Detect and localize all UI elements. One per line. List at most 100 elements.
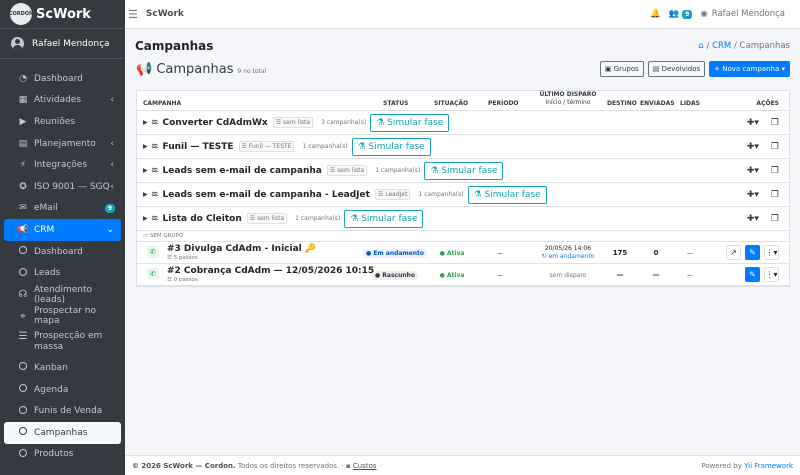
- sidebar-item-email[interactable]: ✉ eMail 9: [4, 198, 121, 220]
- bullhorn-icon: 📢: [17, 224, 29, 235]
- caret-right-icon[interactable]: ▶: [143, 119, 151, 126]
- copy-icon[interactable]: ❐: [771, 118, 779, 128]
- list-icon: ☰: [275, 119, 283, 126]
- col-ultimo-label: ÚLTIMO DISPARO: [539, 91, 597, 98]
- sidebar-sub-atendimento[interactable]: ☊ Atendimento (leads): [4, 284, 121, 306]
- col-acoes: AÇÕES: [756, 100, 779, 107]
- sidebar-sub-funis[interactable]: Funis de Venda: [4, 400, 121, 422]
- simular-fase-button[interactable]: ⚗ Simular fase: [351, 137, 431, 156]
- layers-icon: ≋: [151, 117, 159, 128]
- framework-link[interactable]: Yii Framework: [744, 462, 793, 470]
- sidebar-item-crm[interactable]: 📢 CRM ⌄: [4, 219, 121, 241]
- caret-right-icon[interactable]: ▶: [143, 143, 151, 150]
- sidebar-sub-leads[interactable]: Leads: [4, 262, 121, 284]
- breadcrumb: ⌂ / CRM / Campanhas: [698, 41, 790, 51]
- home-icon[interactable]: ⌂: [698, 41, 703, 51]
- sidebar-sub-prospectar[interactable]: ⌖ Prospectar no mapa: [4, 306, 121, 328]
- custos-link[interactable]: Custos: [353, 462, 377, 470]
- add-dropdown-icon[interactable]: ✚▾: [747, 214, 759, 224]
- topbar-user-name[interactable]: Rafael Mendonça: [712, 9, 785, 19]
- hamburger-icon[interactable]: ☰: [128, 8, 138, 21]
- funnel-row[interactable]: ▶ ≋ Converter CdAdmWx ☰ sem lista 3 camp…: [137, 111, 789, 135]
- more-dropdown-icon[interactable]: ⋮▾: [764, 267, 779, 282]
- sidebar-sub-prospeccao[interactable]: ☰ Prospecção em massa: [4, 327, 121, 357]
- sidebar-sub-campanhas[interactable]: Campanhas: [4, 421, 121, 444]
- sidebar-sub-produtos[interactable]: Produtos: [4, 444, 121, 466]
- brand[interactable]: CORDON ScWork: [0, 0, 125, 29]
- campaign-name[interactable]: #3 Divulga CdAdm - Inicial 🔑: [167, 244, 316, 254]
- user-circle-icon[interactable]: ◉: [700, 9, 707, 19]
- sidebar-item-label: ISO 9001 — SGQ: [34, 181, 110, 192]
- simular-fase-button[interactable]: ⚗ Simular fase: [344, 209, 424, 228]
- campaign-row[interactable]: ✆ #2 Cobrança CdAdm — 12/05/2026 10:15 ☰…: [137, 264, 789, 286]
- simular-fase-button[interactable]: ⚗ Simular fase: [370, 113, 450, 132]
- copy-icon[interactable]: ❐: [771, 166, 779, 176]
- copy-icon[interactable]: ❐: [771, 214, 779, 224]
- sidebar-item-reunioes[interactable]: ▶ Reuniões: [4, 111, 121, 133]
- funnel-row[interactable]: ▶ ≋ Leads sem e-mail de campanha ☰ sem l…: [137, 159, 789, 183]
- sidebar-item-label: Dashboard: [34, 73, 83, 84]
- circle-icon: [17, 448, 29, 460]
- row-actions: ✚▾ ❐: [735, 190, 779, 200]
- breadcrumb-crm[interactable]: CRM: [712, 41, 731, 51]
- copy-icon[interactable]: ❐: [771, 190, 779, 200]
- layers-icon: ≋: [151, 165, 159, 176]
- sidebar-sub-kanban[interactable]: Kanban: [4, 357, 121, 379]
- devolvidos-button[interactable]: ▤ Devolvidos: [647, 61, 706, 77]
- footer-right: Powered by Yii Framework: [701, 462, 793, 470]
- users-icon[interactable]: 👥: [669, 9, 680, 19]
- caret-right-icon[interactable]: ▶: [143, 167, 151, 174]
- copy-icon[interactable]: ❐: [771, 142, 779, 152]
- campaign-row[interactable]: ✆ #3 Divulga CdAdm - Inicial 🔑 ☰ 5 passo…: [137, 242, 789, 264]
- add-dropdown-icon[interactable]: ✚▾: [747, 190, 759, 200]
- headset-icon: ☊: [18, 289, 28, 301]
- caret-right-icon[interactable]: ▶: [143, 191, 151, 198]
- more-dropdown-icon[interactable]: ⋮▾: [764, 245, 779, 260]
- funnel-row[interactable]: ▶ ≋ Lista do Cleiton ☰ sem lista 1 campa…: [137, 207, 789, 231]
- funnel-row[interactable]: ▶ ≋ Leads sem e-mail de campanha - LeadJ…: [137, 183, 789, 207]
- layers-icon: ≋: [151, 141, 159, 152]
- edit-icon[interactable]: ✎: [745, 245, 760, 260]
- bell-icon[interactable]: 🔔: [650, 9, 661, 19]
- main-content: Campanhas ⌂ / CRM / Campanhas 📢 Campanha…: [125, 29, 800, 455]
- list-chip-label: sem lista: [337, 167, 365, 174]
- edit-icon[interactable]: ✎: [745, 267, 760, 282]
- nova-campanha-button[interactable]: + Nova campanha ▾: [709, 61, 790, 77]
- card-header: 📢 Campanhas 9 no total ▣ Grupos ▤ Devolvi…: [136, 58, 790, 80]
- add-dropdown-icon[interactable]: ✚▾: [747, 142, 759, 152]
- sidebar-item-atividades[interactable]: ▦ Atividades ‹: [4, 90, 121, 112]
- sidebar-sub-agenda[interactable]: Agenda: [4, 379, 121, 401]
- plug-icon: ⚡: [19, 160, 27, 171]
- situacao-text: Ativa: [446, 249, 465, 257]
- sidebar-item-planejamento[interactable]: ▤ Planejamento ‹: [4, 133, 121, 155]
- total-count: 9 no total: [237, 67, 267, 75]
- add-dropdown-icon[interactable]: ✚▾: [747, 166, 759, 176]
- sidebar-item-label: Atividades: [34, 95, 82, 106]
- sidebar-item-dashboard[interactable]: ◔ Dashboard: [4, 68, 121, 90]
- ultimo-cell: 20/05/26 14:06 ↻ em andamento: [533, 242, 603, 264]
- grupos-button[interactable]: ▣ Grupos: [599, 61, 644, 77]
- sidebar-item-label: CRM: [34, 224, 55, 235]
- caret-right-icon[interactable]: ▶: [143, 215, 151, 222]
- sidebar-item-integracoes[interactable]: ⚡ Integrações ‹: [4, 154, 121, 176]
- list-chip-label: LeadJet: [385, 191, 408, 198]
- simular-fase-button[interactable]: ⚗ Simular fase: [467, 185, 547, 204]
- sidebar-item-iso[interactable]: ✪ ISO 9001 — SGQ ‹: [4, 176, 121, 198]
- flask-icon: ⚗: [350, 213, 362, 224]
- simular-fase-label: Simular fase: [368, 141, 425, 152]
- calendar-icon: ▦: [18, 95, 28, 106]
- page-header: Campanhas ⌂ / CRM / Campanhas: [125, 29, 800, 57]
- campaign-name[interactable]: #2 Cobrança CdAdm — 12/05/2026 10:15: [167, 266, 374, 276]
- topbar-badge[interactable]: 9: [682, 9, 693, 19]
- topbar-right: 🔔 👥 9 ◉ Rafael Mendonça: [642, 9, 785, 19]
- chart-icon[interactable]: ↗: [726, 245, 741, 260]
- campaign-actions: ✎ ⋮▾: [741, 267, 779, 282]
- simular-fase-button[interactable]: ⚗ Simular fase: [424, 161, 504, 180]
- sidebar-sub-dashboard[interactable]: Dashboard: [4, 241, 121, 263]
- user-panel[interactable]: Rafael Mendonça: [0, 29, 125, 59]
- add-dropdown-icon[interactable]: ✚▾: [747, 118, 759, 128]
- campaign-count: 1 campanha(s): [375, 167, 421, 174]
- col-lidas: LIDAS: [680, 100, 701, 107]
- funnel-row[interactable]: ▶ ≋ Funil — TESTE ☰ Funil — TESTE 1 camp…: [137, 135, 789, 159]
- map-icon: ⌖: [20, 310, 26, 322]
